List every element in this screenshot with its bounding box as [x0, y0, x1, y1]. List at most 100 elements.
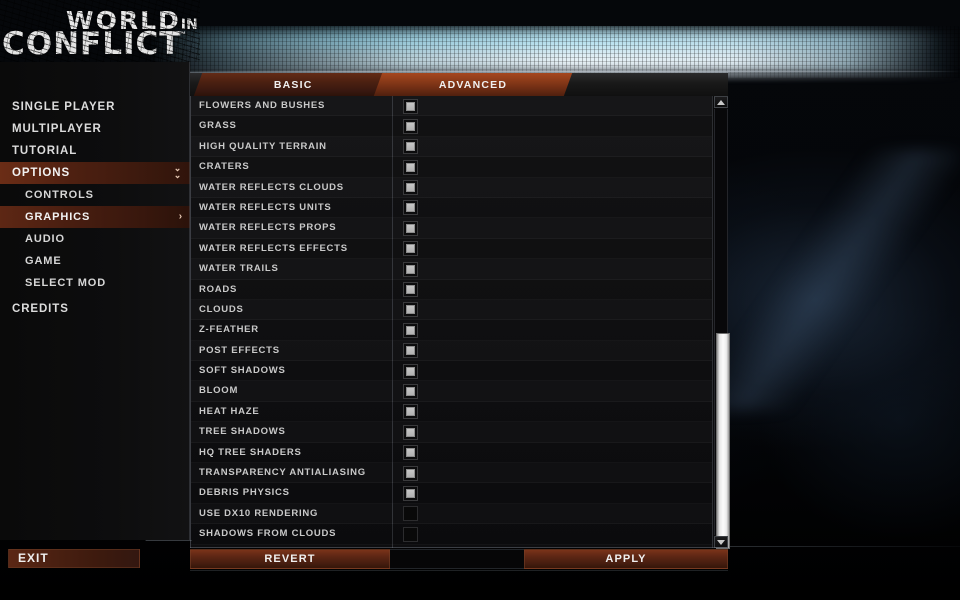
logo-word-conflict: CONFLICT — [2, 26, 182, 62]
scrollbar-track[interactable] — [714, 109, 730, 549]
tab-basic[interactable]: BASIC — [193, 73, 393, 96]
sidebar-item-controls[interactable]: CONTROLS — [0, 184, 190, 206]
revert-button[interactable]: REVERT — [190, 549, 390, 569]
setting-checkbox-cell[interactable] — [403, 159, 418, 175]
checkbox-soft-shadows[interactable] — [403, 363, 418, 379]
setting-checkbox-cell[interactable] — [403, 506, 418, 522]
checkbox-fill-icon — [406, 366, 415, 376]
tab-advanced[interactable]: ADVANCED — [373, 73, 573, 96]
sidebar-item-graphics[interactable]: GRAPHICS › — [0, 206, 190, 228]
apply-button[interactable]: APPLY — [524, 549, 728, 569]
checkbox-flowers-and-bushes[interactable] — [403, 98, 418, 114]
checkbox-craters[interactable] — [403, 159, 418, 175]
settings-scrollbar[interactable] — [712, 96, 730, 549]
sidebar-item-audio[interactable]: AUDIO — [0, 228, 190, 250]
checkbox-debris-physics[interactable] — [403, 485, 418, 501]
sidebar-item-credits[interactable]: CREDITS — [0, 298, 190, 320]
checkbox-high-quality-terrain[interactable] — [403, 139, 418, 155]
setting-checkbox-cell[interactable] — [403, 383, 418, 399]
sidebar-item-options[interactable]: OPTIONS ⌄ ⌄ — [0, 162, 190, 184]
checkbox-fill-icon — [406, 142, 415, 152]
sidebar-item-label: MULTIPLAYER — [12, 123, 102, 135]
settings-row: SHADOWS FROM CLOUDS — [191, 524, 714, 545]
setting-checkbox-cell[interactable] — [403, 220, 418, 236]
setting-label: SHADOWS FROM CLOUDS — [199, 528, 337, 540]
setting-checkbox-cell[interactable] — [403, 322, 418, 338]
sidebar-item-game[interactable]: GAME — [0, 250, 190, 272]
setting-checkbox-cell[interactable] — [403, 180, 418, 196]
sidebar-item-label: AUDIO — [25, 233, 65, 245]
setting-label: WATER REFLECTS PROPS — [199, 222, 337, 234]
scroll-up-button[interactable] — [714, 96, 728, 108]
sidebar-right-edge — [189, 62, 190, 540]
settings-row: HEAT HAZE — [191, 401, 714, 423]
checkbox-tree-shadows[interactable] — [403, 424, 418, 440]
sidebar-item-label: OPTIONS — [12, 167, 71, 179]
setting-label: WATER REFLECTS CLOUDS — [199, 181, 344, 193]
checkbox-transparency-antialiasing[interactable] — [403, 465, 418, 481]
setting-checkbox-cell[interactable] — [403, 98, 418, 114]
sidebar-item-label: TUTORIAL — [12, 145, 78, 157]
checkbox-use-dx10-rendering[interactable] — [403, 506, 418, 522]
setting-label: FLOWERS AND BUSHES — [199, 100, 326, 111]
settings-row: TRANSPARENCY ANTIALIASING — [191, 463, 714, 483]
sidebar-item-label: GRAPHICS — [25, 211, 91, 223]
sidebar-item-select-mod[interactable]: SELECT MOD — [0, 272, 190, 294]
sidebar-item-tutorial[interactable]: TUTORIAL — [0, 140, 190, 162]
setting-checkbox-cell[interactable] — [403, 302, 418, 318]
setting-checkbox-cell[interactable] — [403, 363, 418, 379]
setting-checkbox-cell[interactable] — [403, 343, 418, 359]
checkbox-bloom[interactable] — [403, 383, 418, 399]
checkbox-fill-icon — [406, 346, 415, 356]
sidebar-item-label: SELECT MOD — [25, 277, 107, 289]
setting-checkbox-cell[interactable] — [403, 118, 418, 134]
checkbox-fill-icon — [406, 223, 415, 233]
checkbox-z-feather[interactable] — [403, 322, 418, 338]
checkbox-fill-icon — [406, 101, 415, 111]
setting-checkbox-cell[interactable] — [403, 241, 418, 257]
trademark-symbol: ™ — [178, 30, 186, 39]
checkbox-fill-icon — [406, 203, 415, 213]
checkbox-post-effects[interactable] — [403, 343, 418, 359]
checkbox-water-reflects-props[interactable] — [403, 220, 418, 236]
setting-checkbox-cell[interactable] — [403, 139, 418, 155]
panel-under-rule — [190, 570, 728, 571]
setting-label: HIGH QUALITY TERRAIN — [199, 140, 327, 152]
settings-tab-bar: BASIC ADVANCED — [190, 73, 728, 96]
checkbox-water-reflects-effects[interactable] — [403, 241, 418, 257]
setting-checkbox-cell[interactable] — [403, 424, 418, 440]
setting-checkbox-cell[interactable] — [403, 465, 418, 481]
setting-checkbox-cell[interactable] — [403, 445, 418, 461]
setting-checkbox-cell[interactable] — [403, 282, 418, 298]
checkbox-grass[interactable] — [403, 118, 418, 134]
checkbox-water-reflects-units[interactable] — [403, 200, 418, 216]
checkbox-hq-tree-shaders[interactable] — [403, 445, 418, 461]
scrollbar-thumb[interactable] — [716, 333, 730, 549]
setting-label: SOFT SHADOWS — [199, 365, 286, 377]
checkbox-heat-haze[interactable] — [403, 404, 418, 420]
checkbox-clouds[interactable] — [403, 302, 418, 318]
game-options-screen: WORLDIN CONFLICT ™ SINGLE PLAYER MULTIPLA… — [0, 0, 960, 600]
tab-basic-label: BASIC — [273, 78, 313, 91]
checkbox-water-reflects-clouds[interactable] — [403, 180, 418, 196]
background-horizon-line — [728, 546, 960, 547]
checkbox-fill-icon — [406, 121, 415, 131]
setting-checkbox-cell[interactable] — [403, 200, 418, 216]
sidebar-item-single-player[interactable]: SINGLE PLAYER — [0, 96, 190, 118]
checkbox-fill-icon — [406, 407, 415, 417]
scroll-up-arrow-icon — [717, 99, 725, 105]
setting-checkbox-cell[interactable] — [403, 261, 418, 277]
checkbox-shadows-from-clouds[interactable] — [403, 526, 418, 542]
checkbox-roads[interactable] — [403, 282, 418, 298]
setting-checkbox-cell[interactable] — [403, 485, 418, 501]
settings-row: POST EFFECTS — [191, 341, 714, 361]
setting-checkbox-cell[interactable] — [403, 404, 418, 420]
exit-button[interactable]: EXIT — [8, 549, 140, 568]
setting-checkbox-cell[interactable] — [403, 526, 418, 542]
checkbox-water-trails[interactable] — [403, 261, 418, 277]
apply-button-label: APPLY — [605, 553, 647, 565]
checkbox-fill-icon — [406, 162, 415, 172]
settings-row: BLOOM — [191, 381, 714, 401]
settings-row: SOFT SHADOWS — [191, 361, 714, 382]
sidebar-item-multiplayer[interactable]: MULTIPLAYER — [0, 118, 190, 140]
